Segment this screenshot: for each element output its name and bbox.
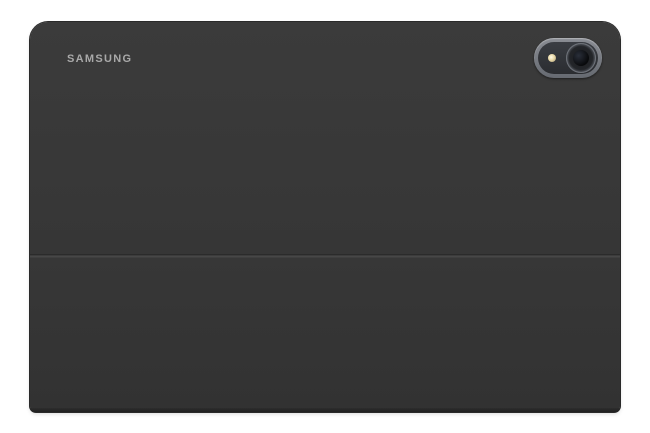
product-photo: SAMSUNG xyxy=(0,0,650,433)
brand-logo-text: SAMSUNG xyxy=(67,53,133,65)
camera-lens-ring xyxy=(566,43,596,73)
tablet-keyboard-cover: SAMSUNG xyxy=(30,22,620,412)
camera-module xyxy=(534,38,602,78)
cover-bottom-edge xyxy=(30,408,620,412)
keyboard-cover-panel xyxy=(30,258,620,412)
tablet-back-panel: SAMSUNG xyxy=(30,22,620,255)
camera-module-inner xyxy=(538,42,598,74)
camera-lens-icon xyxy=(573,50,589,66)
flash-icon xyxy=(548,54,556,62)
